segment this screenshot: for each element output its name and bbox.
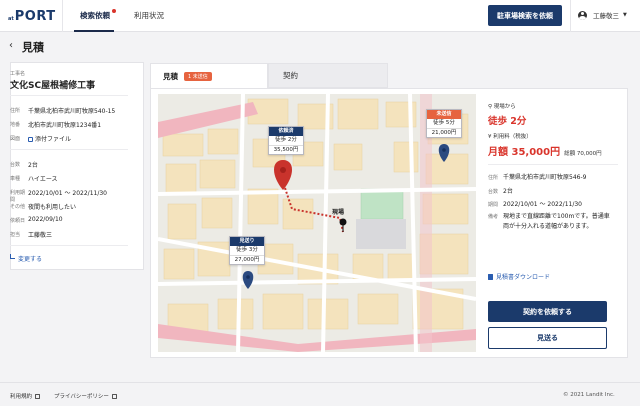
chevron-down-icon: ▼ bbox=[623, 12, 627, 18]
external-link-icon bbox=[111, 393, 117, 399]
tab-contract[interactable]: 契約 bbox=[268, 63, 388, 88]
tab-estimate[interactable]: 見積 1 未送信 bbox=[150, 63, 268, 88]
request-parking-search-button[interactable]: 駐車場検索を依頼 bbox=[488, 5, 562, 26]
user-icon bbox=[578, 10, 587, 20]
notification-dot bbox=[112, 9, 116, 13]
download-estimate-link[interactable]: 見積書ダウンロード bbox=[488, 272, 550, 281]
back-chevron-icon[interactable]: ‹ bbox=[9, 40, 13, 51]
price-block: 月額 35,000円 総額 70,000円 bbox=[488, 143, 602, 158]
project-vehicle-row: 車種 ハイエース bbox=[10, 175, 58, 184]
from-site-label: ⚲ 現場から bbox=[488, 104, 516, 110]
parking-address-row: 住所 千葉県北柏市武川町牧原546-9 bbox=[488, 174, 587, 181]
project-other-row: その他 夜間も利用したい bbox=[10, 203, 77, 212]
user-name: 工藤敬三 bbox=[593, 12, 619, 20]
project-count-row: 台数 2台 bbox=[10, 161, 38, 170]
project-period-row: 利用期間 2022/10/01 〜 2022/11/30 bbox=[10, 189, 107, 203]
parking-note-row: 備考 現地まで直線距離で100mです。普通車両が十分入れる道幅があります。 bbox=[488, 213, 610, 230]
site-label: 現場 bbox=[332, 209, 345, 216]
project-drawing-row: 図面 添付ファイル bbox=[10, 134, 72, 144]
privacy-link[interactable]: プライバシーポリシー bbox=[54, 392, 117, 400]
parking-count-row: 台数 2台 bbox=[488, 188, 513, 195]
edit-icon bbox=[10, 254, 15, 259]
header-divider-right bbox=[570, 0, 571, 32]
project-name: 文化SC屋根補修工事 bbox=[10, 81, 96, 91]
monthly-price: 月額 35,000円 bbox=[488, 147, 561, 158]
project-owner-row: 担当 工藤敬三 bbox=[10, 231, 53, 240]
header-divider bbox=[62, 0, 63, 32]
parking-period-row: 期間 2022/10/01 〜 2022/11/30 bbox=[488, 201, 582, 208]
project-address-row: 住所 千葉県北柏市武川町牧原540-15 bbox=[10, 107, 116, 116]
user-menu[interactable]: 工藤敬三 ▼ bbox=[578, 10, 627, 20]
callout-skipped[interactable]: 見送り 徒歩 3分 27,000円 bbox=[229, 236, 265, 265]
callout-requested[interactable]: 依頼済 徒歩 2分 35,500円 bbox=[268, 126, 304, 155]
nav-search-request[interactable]: 検索依頼 bbox=[80, 0, 110, 32]
divider bbox=[10, 245, 128, 246]
yen-icon: ¥ bbox=[488, 134, 492, 140]
project-request-date-row: 依頼日 2022/09/10 bbox=[10, 216, 63, 224]
app-header: at PORT 検索依頼 利用状況 駐車場検索を依頼 工藤敬三 ▼ bbox=[0, 0, 640, 32]
divider bbox=[10, 149, 128, 150]
divider bbox=[10, 95, 128, 96]
document-icon bbox=[488, 273, 493, 280]
page-title: 見積 bbox=[22, 41, 44, 54]
external-link-icon bbox=[35, 393, 41, 399]
attachment-link[interactable]: 添付ファイル bbox=[28, 134, 71, 143]
divider bbox=[488, 164, 618, 165]
copyright: © 2021 Landit Inc. bbox=[563, 392, 615, 398]
location-pin-icon: ⚲ bbox=[488, 104, 493, 110]
footer: 利用規約 プライバシーポリシー © 2021 Landit Inc. bbox=[0, 382, 640, 406]
project-name-label: 工事名 bbox=[10, 71, 26, 77]
fee-label: ¥ 利用料（税抜） bbox=[488, 134, 532, 140]
nav-usage-status[interactable]: 利用状況 bbox=[134, 0, 164, 32]
skip-button[interactable]: 見送る bbox=[488, 327, 607, 349]
total-price: 総額 70,000円 bbox=[564, 151, 602, 157]
project-lot-row: 地番 北柏市武川町牧原1234番1 bbox=[10, 121, 102, 130]
callout-unsent[interactable]: 未送信 徒歩 5分 21,000円 bbox=[426, 109, 462, 138]
attachment-icon bbox=[28, 136, 33, 142]
request-contract-button[interactable]: 契約を依頼する bbox=[488, 301, 607, 322]
unsent-badge: 1 未送信 bbox=[184, 71, 212, 81]
logo[interactable]: at PORT bbox=[8, 8, 56, 24]
nav-active-indicator bbox=[74, 30, 114, 32]
edit-project-link[interactable]: 変更する bbox=[10, 254, 42, 263]
terms-link[interactable]: 利用規約 bbox=[10, 392, 41, 400]
walk-time: 徒歩 2分 bbox=[488, 116, 527, 127]
